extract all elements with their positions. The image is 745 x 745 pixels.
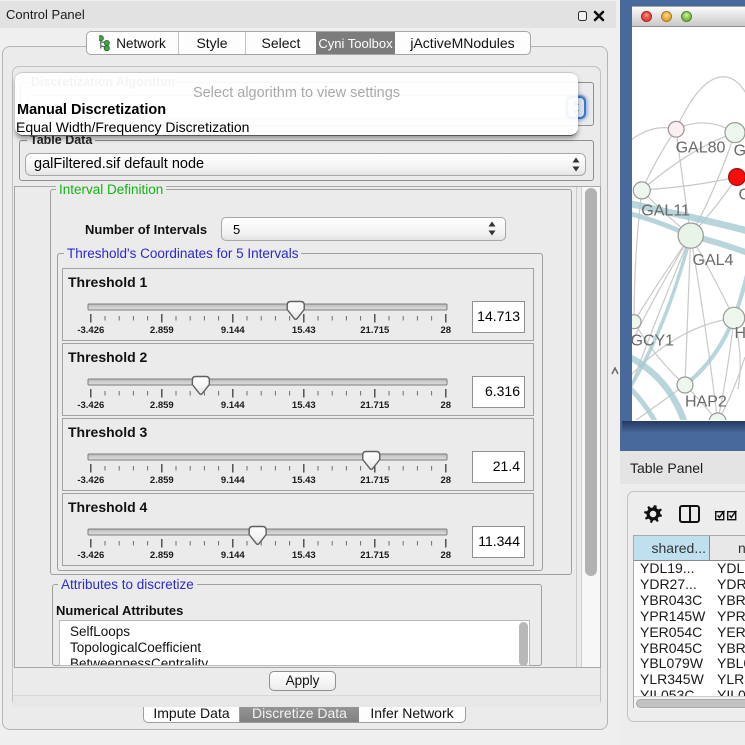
svg-text:-3.426: -3.426 bbox=[77, 325, 104, 336]
svg-text:28: 28 bbox=[441, 325, 452, 336]
svg-text:HIS4: HIS4 bbox=[735, 325, 745, 342]
svg-text:2.859: 2.859 bbox=[150, 475, 174, 486]
svg-text:9.144: 9.144 bbox=[221, 325, 245, 336]
svg-text:2.859: 2.859 bbox=[150, 325, 174, 336]
svg-text:28: 28 bbox=[441, 475, 452, 486]
svg-text:21.715: 21.715 bbox=[360, 325, 390, 336]
svg-text:GAL4: GAL4 bbox=[693, 252, 734, 269]
svg-text:GCY1: GCY1 bbox=[632, 333, 674, 350]
svg-text:CD: CD bbox=[739, 187, 745, 204]
svg-text:GAL11: GAL11 bbox=[641, 203, 690, 220]
svg-text:-3.426: -3.426 bbox=[77, 550, 104, 561]
svg-text:28: 28 bbox=[441, 400, 452, 411]
svg-text:GAL80: GAL80 bbox=[676, 140, 726, 157]
svg-text:GA: GA bbox=[734, 143, 745, 160]
svg-text:15.43: 15.43 bbox=[292, 550, 316, 561]
svg-text:28: 28 bbox=[441, 550, 452, 561]
svg-text:15.43: 15.43 bbox=[292, 400, 316, 411]
svg-text:15.43: 15.43 bbox=[292, 475, 316, 486]
svg-text:9.144: 9.144 bbox=[221, 550, 245, 561]
svg-text:21.715: 21.715 bbox=[360, 550, 390, 561]
svg-text:-3.426: -3.426 bbox=[77, 400, 104, 411]
svg-text:2.859: 2.859 bbox=[150, 400, 174, 411]
svg-text:HAP2: HAP2 bbox=[685, 394, 727, 411]
svg-text:15.43: 15.43 bbox=[292, 325, 316, 336]
svg-text:9.144: 9.144 bbox=[221, 400, 245, 411]
svg-text:21.715: 21.715 bbox=[360, 475, 390, 486]
svg-text:-3.426: -3.426 bbox=[77, 475, 104, 486]
svg-text:9.144: 9.144 bbox=[221, 475, 245, 486]
svg-text:21.715: 21.715 bbox=[360, 400, 390, 411]
svg-text:2.859: 2.859 bbox=[150, 550, 174, 561]
